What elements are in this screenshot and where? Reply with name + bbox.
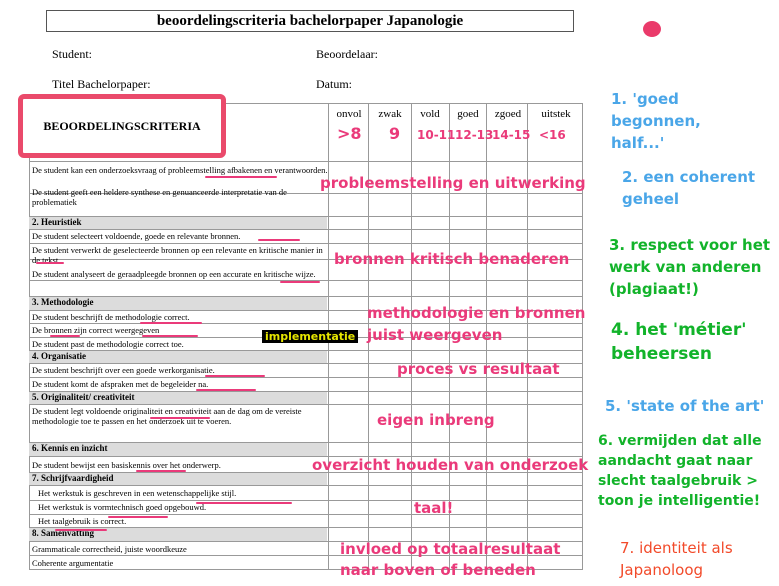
col-vold: vold bbox=[420, 108, 440, 120]
annotation-proces: proces vs resultaat bbox=[397, 360, 560, 378]
note-6-line-3: slecht taalgebruik > bbox=[598, 473, 758, 489]
note-2-line-1: 2. een coherent bbox=[622, 168, 756, 186]
document-title: beoordelingscriteria bachelorpaper Japan… bbox=[46, 10, 574, 32]
note-6-line-1: 6. vermijden dat alle bbox=[598, 433, 762, 449]
criterion-2b: De student verwerkt de geselecteerde bro… bbox=[32, 245, 323, 265]
note-4-line-1: 4. het 'métier' bbox=[611, 320, 747, 340]
note-3-line-3: (plagiaat!) bbox=[609, 280, 699, 298]
col-goed: goed bbox=[457, 108, 479, 120]
underline-werkorganisatie bbox=[205, 375, 265, 377]
annotation-overzicht: overzicht houden van onderzoek bbox=[312, 456, 589, 474]
annotation-implementatie: implementatie bbox=[262, 330, 359, 343]
student-label: Student: bbox=[52, 47, 93, 61]
note-6-line-4: toon je intelligentie! bbox=[598, 493, 761, 509]
criterion-8a: Grammaticale correctheid, juiste woordke… bbox=[32, 544, 187, 554]
criterion-2c: De student analyseert de geraadpleegde b… bbox=[32, 269, 316, 279]
underline-accurate bbox=[280, 281, 320, 283]
section-kennis: 6. Kennis en inzicht bbox=[29, 443, 327, 456]
underline-weergegeven bbox=[142, 335, 198, 337]
annotation-methodologie-1: methodologie en bronnen bbox=[367, 304, 586, 322]
col-uitstek: uitstek bbox=[541, 108, 571, 120]
criterion-1b: De student geeft een heldere synthese en… bbox=[32, 187, 287, 207]
section-methodologie: 3. Methodologie bbox=[29, 297, 327, 310]
underline-vormtechnisch bbox=[108, 516, 168, 518]
criterion-3a: De student beschrijft de methodologie co… bbox=[32, 312, 190, 322]
note-4-line-2: beheersen bbox=[611, 344, 712, 364]
note-3-line-2: werk van anderen bbox=[609, 258, 762, 276]
col-zwak: zwak bbox=[378, 108, 402, 120]
criteria-header: BEOORDELINGSCRITERIA bbox=[43, 119, 201, 133]
underline-originaliteit bbox=[150, 417, 210, 419]
datum-label: Datum: bbox=[316, 77, 352, 91]
underline-wetenschappelijke bbox=[196, 502, 292, 504]
pink-dot bbox=[643, 21, 661, 37]
grade-mark-zwak: 9 bbox=[389, 124, 401, 143]
grade-mark-zgoed: 14-15 bbox=[492, 128, 531, 142]
col-onvol: onvol bbox=[336, 108, 362, 120]
note-5: 5. 'state of the art' bbox=[605, 397, 765, 415]
grade-mark-vold: 10-11 bbox=[417, 128, 456, 142]
section-originaliteit: 5. Originaliteit/ creativiteit bbox=[29, 392, 327, 404]
annotation-invloed-2: naar boven of beneden bbox=[340, 561, 536, 579]
underline-basiskennis bbox=[136, 470, 186, 472]
note-1-line-3: half...' bbox=[611, 134, 665, 152]
grade-mark-onvol: >8 bbox=[337, 124, 362, 143]
section-heuristiek: 2. Heuristiek bbox=[29, 217, 327, 229]
criterion-1a: De student kan een onderzoeksvraag of pr… bbox=[32, 165, 328, 175]
criterion-6a: De student bewijst een basiskennis over … bbox=[32, 460, 221, 470]
section-organisatie: 4. Organisatie bbox=[29, 351, 327, 363]
underline-begeleider bbox=[196, 389, 256, 391]
criterion-5a: De student legt voldoende originaliteit … bbox=[32, 406, 302, 426]
note-1-line-2: begonnen, bbox=[611, 112, 701, 130]
note-1-line-1: 1. 'goed bbox=[611, 90, 679, 108]
underline-taalgebruik bbox=[55, 529, 107, 531]
underline-methodologie bbox=[140, 322, 202, 324]
titel-label: Titel Bachelorpaper: bbox=[52, 77, 151, 91]
criterion-7a: Het werkstuk is geschreven in een wetens… bbox=[38, 488, 237, 498]
grade-mark-uitstek: <16 bbox=[539, 128, 566, 142]
section-schrijfvaardigheid: 7. Schrijfvaardigheid bbox=[29, 473, 327, 485]
note-6-line-2: aandacht gaat naar bbox=[598, 453, 753, 469]
note-7-line-2: Japanoloog bbox=[620, 561, 704, 579]
annotation-invloed-1: invloed op totaalresultaat bbox=[340, 540, 561, 558]
annotation-bronnen: bronnen kritisch benaderen bbox=[334, 250, 570, 268]
annotation-inbreng: eigen inbreng bbox=[377, 411, 495, 429]
criterion-4a: De student beschrijft over een goede wer… bbox=[32, 365, 215, 375]
annotation-taal: taal! bbox=[414, 499, 454, 517]
note-2-line-2: geheel bbox=[622, 190, 680, 208]
annotation-probleemstelling: probleemstelling en uitwerking bbox=[320, 174, 586, 192]
underline-bronnen bbox=[258, 239, 300, 241]
underline-bronnen-2 bbox=[50, 335, 80, 337]
grade-mark-goed: 12-13 bbox=[455, 128, 494, 142]
criterion-8b: Coherente argumentatie bbox=[32, 558, 114, 568]
criterion-7c: Het taalgebruik is correct. bbox=[38, 516, 127, 526]
underline-probleemstelling bbox=[205, 176, 277, 178]
annotation-methodologie-2: juist weergeven bbox=[367, 326, 503, 344]
note-3-line-1: 3. respect voor het bbox=[609, 236, 771, 254]
note-7-line-1: 7. identiteit als bbox=[620, 539, 733, 557]
col-zgoed: zgoed bbox=[494, 108, 522, 120]
underline-kritische bbox=[36, 262, 64, 264]
beoordelaar-label: Beoordelaar: bbox=[316, 47, 378, 61]
criterion-4b: De student komt de afspraken met de bege… bbox=[32, 379, 209, 389]
